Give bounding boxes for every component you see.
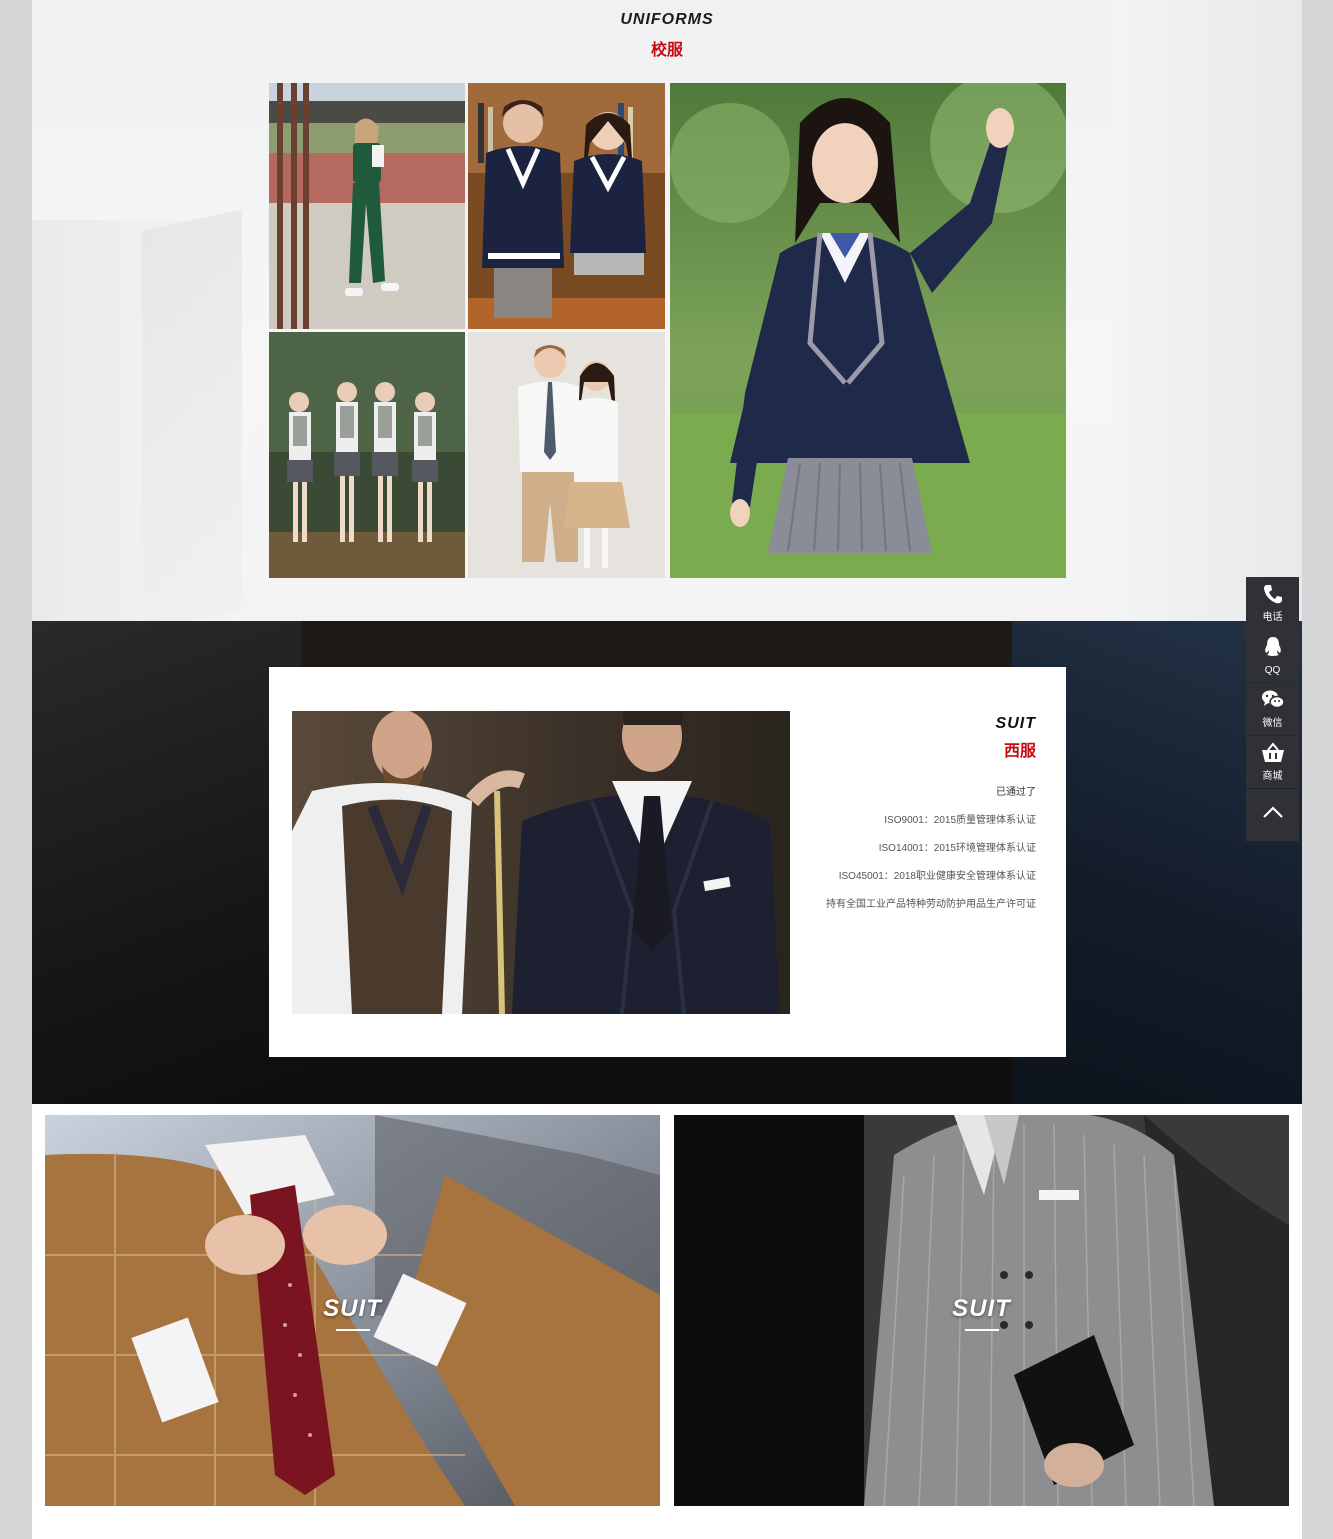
uniform-photo-group-girls[interactable] — [269, 332, 465, 578]
suit-title-cn: 西服 — [1003, 743, 1036, 760]
tile-label: SUIT — [323, 1295, 382, 1322]
certification-heading: 已通过了 — [996, 787, 1036, 798]
sidebar-item-shop[interactable]: 商城 — [1246, 736, 1299, 788]
uniforms-title-en: UNIFORMS — [620, 11, 714, 28]
background-decoration — [142, 209, 242, 621]
sidebar-item-label: QQ — [1264, 665, 1281, 676]
sidebar-item-phone[interactable]: 电话 — [1246, 577, 1299, 629]
page: UNIFORMS 校服 SUIT 西服 已通过了 ISO9001：2015质量管… — [32, 0, 1302, 1539]
certification-item: 持有全国工业产品特种劳动防护用品生产许可证 — [826, 899, 1036, 910]
suit-title-en: SUIT — [995, 715, 1036, 732]
back-to-top-button[interactable] — [1246, 789, 1299, 841]
chevron-up-icon — [1246, 805, 1299, 829]
background-decoration — [1112, 0, 1302, 621]
certification-item: ISO45001：2018职业健康安全管理体系认证 — [838, 871, 1036, 882]
suit-tile-grey[interactable]: SUIT — [674, 1115, 1289, 1506]
sidebar-item-label: 微信 — [1262, 718, 1283, 729]
uniform-photo-blazer[interactable] — [670, 83, 1066, 578]
wechat-icon — [1246, 689, 1299, 713]
certification-item: ISO9001：2015质量管理体系认证 — [884, 815, 1036, 826]
tile-label: SUIT — [952, 1295, 1011, 1322]
shop-cart-icon — [1246, 742, 1299, 766]
suit-tile-tweed[interactable]: SUIT — [45, 1115, 660, 1506]
suit-tailoring-photo[interactable] — [292, 711, 790, 1014]
sidebar-item-wechat[interactable]: 微信 — [1246, 683, 1299, 735]
suit-info-text: SUIT 西服 已通过了 ISO9001：2015质量管理体系认证 ISO140… — [796, 715, 1036, 910]
uniform-photo-sport[interactable] — [269, 83, 465, 329]
suit-info-card: SUIT 西服 已通过了 ISO9001：2015质量管理体系认证 ISO140… — [269, 667, 1066, 1057]
sidebar-item-label: 商城 — [1262, 771, 1283, 782]
floating-sidebar: 电话 QQ 微信 商城 — [1246, 577, 1299, 842]
uniform-photo-kids-sweaters[interactable] — [468, 83, 665, 329]
tile-underline — [335, 1329, 370, 1331]
sidebar-item-label: 电话 — [1262, 612, 1283, 623]
uniforms-section: UNIFORMS 校服 — [32, 0, 1302, 621]
tile-underline — [964, 1329, 999, 1331]
qq-icon — [1246, 636, 1299, 660]
uniforms-title-cn: 校服 — [650, 42, 683, 59]
sidebar-item-qq[interactable]: QQ — [1246, 630, 1299, 682]
uniform-photo-shirts[interactable] — [468, 332, 665, 578]
background-image — [32, 621, 302, 1104]
certification-item: ISO14001：2015环境管理体系认证 — [878, 843, 1036, 854]
suit-section: SUIT 西服 已通过了 ISO9001：2015质量管理体系认证 ISO140… — [32, 621, 1302, 1104]
phone-icon — [1246, 583, 1299, 607]
